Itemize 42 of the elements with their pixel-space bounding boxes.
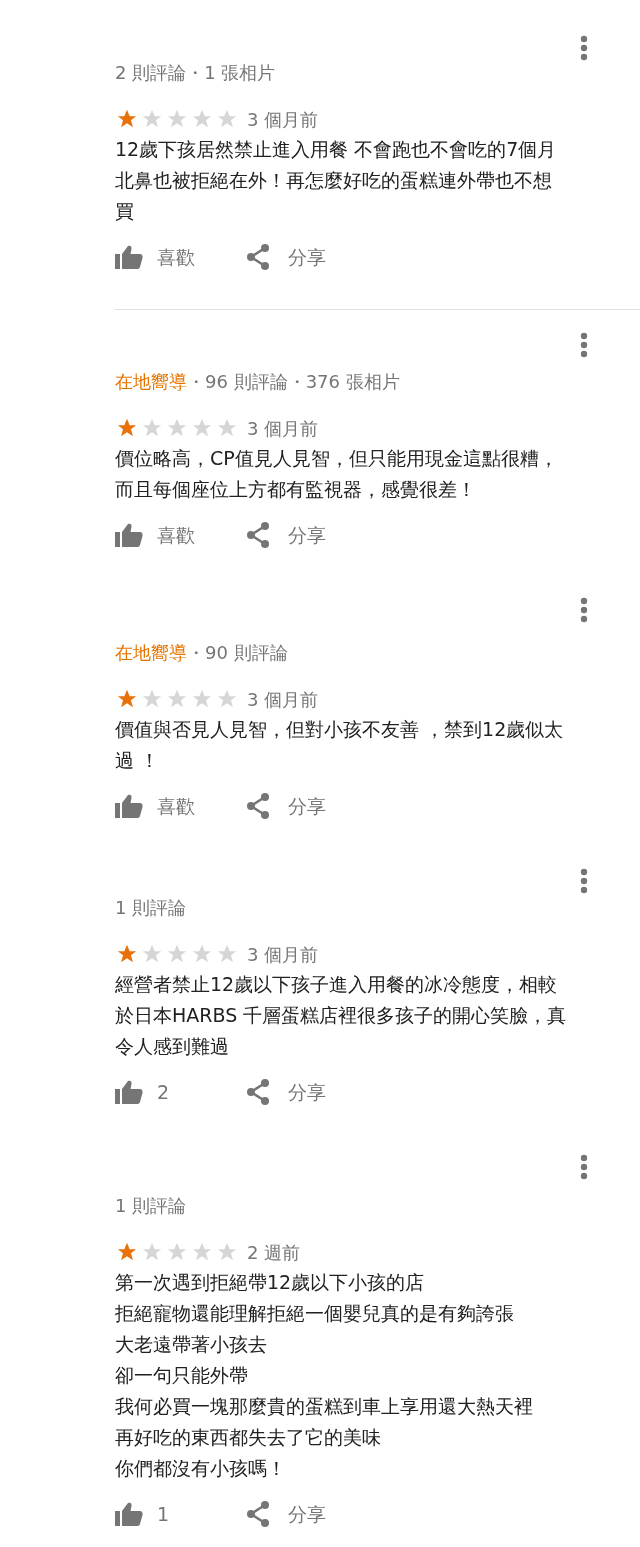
- review-time: 3 個月前: [247, 416, 319, 441]
- share-icon: [246, 793, 270, 819]
- like-button[interactable]: 喜歡: [115, 242, 246, 272]
- share-button[interactable]: 分享: [246, 520, 326, 550]
- local-guide-label: 在地嚮導: [115, 640, 187, 665]
- like-button[interactable]: 喜歡: [115, 520, 246, 550]
- share-button[interactable]: 分享: [246, 791, 326, 821]
- like-button[interactable]: 喜歡: [115, 791, 246, 821]
- more-options-icon[interactable]: [580, 1154, 588, 1180]
- review-time: 3 個月前: [247, 687, 319, 712]
- share-button[interactable]: 分享: [246, 1499, 326, 1529]
- share-icon: [246, 1501, 270, 1527]
- thumbs-up-icon: [115, 245, 143, 269]
- share-button[interactable]: 分享: [246, 1077, 326, 1107]
- reviewer-stats: 1 則評論: [115, 895, 187, 920]
- thumbs-up-icon: [115, 1502, 143, 1526]
- more-options-icon[interactable]: [580, 332, 588, 358]
- reviewer-stats: 2 則評論・1 張相片: [115, 60, 276, 85]
- review-text: 第一次遇到拒絕帶12歲以下小孩的店 拒絕寵物還能理解拒絕一個嬰兒真的是有夠誇張 大老遠帶著小孩去 卻一句只能外帶 我何必買一塊那麼貴的蛋糕到車上享用還大熱天裡 再好吃的東西都失去了它的美味 你們都沒有小孩嗎！: [115, 1270, 534, 1481]
- local-guide-label: 在地嚮導: [115, 369, 187, 394]
- review-text: 價值與否見人見智，但對小孩不友善 ，禁到12歲似太 過 ！: [115, 717, 565, 773]
- review-text: 價位略高，CP值見人見智，但只能用現金這點很糟， 而且每個座位上方都有監視器，感覺很差！: [115, 446, 559, 502]
- thumbs-up-icon: [115, 523, 143, 547]
- thumbs-up-icon: [115, 1080, 143, 1104]
- review-time: 3 個月前: [247, 942, 319, 967]
- share-icon: [246, 1079, 270, 1105]
- review-text: 12歲下孩居然禁止進入用餐 不會跑也不會吃的7個月 北鼻也被拒絕在外！再怎麼好吃的蛋糕連外帶也不想 買: [115, 137, 558, 224]
- like-button[interactable]: 1: [115, 1499, 246, 1529]
- like-button[interactable]: 2: [115, 1077, 246, 1107]
- share-icon: [246, 244, 270, 270]
- reviewer-stats: ・96 則評論・376 張相片: [187, 369, 400, 394]
- review-text: 經營者禁止12歲以下孩子進入用餐的冰冷態度，相較 於日本HARBS 千層蛋糕店裡很多孩子的開心笑臉，真 令人感到難過: [115, 972, 568, 1059]
- more-options-icon[interactable]: [580, 597, 588, 623]
- more-options-icon[interactable]: [580, 868, 588, 894]
- share-icon: [246, 522, 270, 548]
- thumbs-up-icon: [115, 794, 143, 818]
- reviewer-stats: ・90 則評論: [187, 640, 288, 665]
- reviewer-stats: 1 則評論: [115, 1193, 187, 1218]
- more-options-icon[interactable]: [580, 35, 588, 61]
- review-time: 2 週前: [247, 1240, 301, 1265]
- review-time: 3 個月前: [247, 107, 319, 132]
- share-button[interactable]: 分享: [246, 242, 326, 272]
